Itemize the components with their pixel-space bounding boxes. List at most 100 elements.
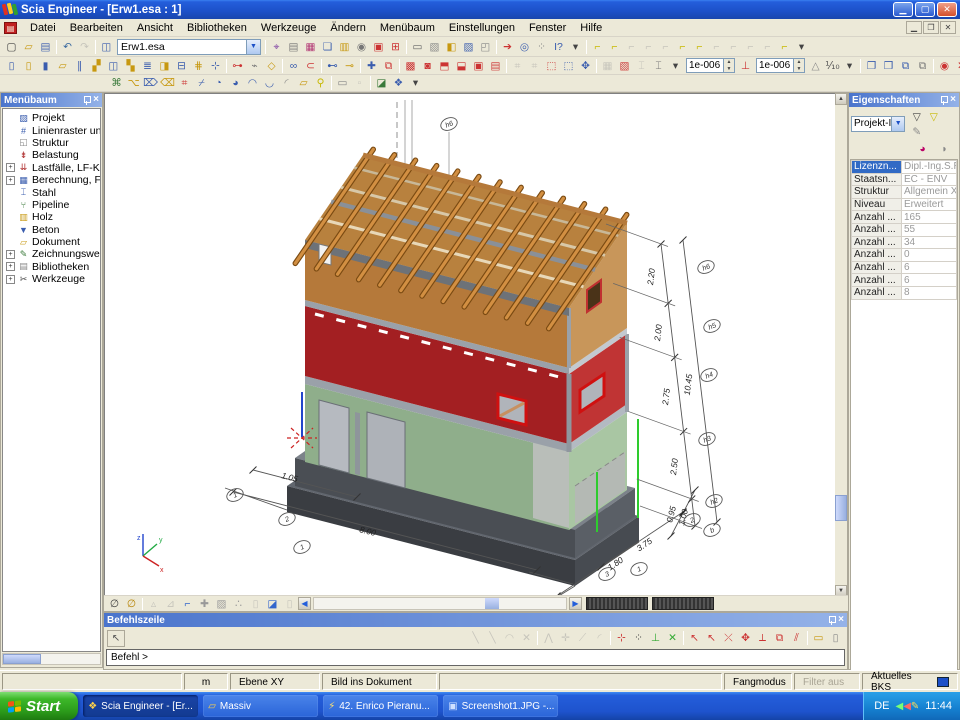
menu-fenster[interactable]: Fenster xyxy=(522,20,573,36)
toolbar-icon[interactable]: ⌶ xyxy=(633,58,650,73)
tree-item-werkzeuge[interactable]: +✂Werkzeuge xyxy=(3,273,100,285)
toolbar-icon[interactable]: ▤ xyxy=(285,39,302,54)
toolbar-icon[interactable]: ▧ xyxy=(616,58,633,73)
toolbar-icon[interactable]: ▣ xyxy=(370,39,387,54)
precision-spinner[interactable]: 1e-006▲▼ xyxy=(686,58,735,73)
property-row[interactable]: Anzahl ...55 xyxy=(852,223,957,236)
model-view[interactable]: z y x 2.202.002.752.500.951.0010.458.001… xyxy=(104,93,837,597)
taskbar-task[interactable]: ▣Screenshot1.JPG -... xyxy=(443,695,558,717)
property-label[interactable]: Anzahl ... xyxy=(852,249,902,262)
menu-bearbeiten[interactable]: Bearbeiten xyxy=(63,20,130,36)
expander-icon[interactable]: + xyxy=(6,275,15,284)
toolbar-icon[interactable]: ⌖ xyxy=(268,39,285,54)
toolbar-icon[interactable]: ⋕ xyxy=(190,58,207,73)
toolbar-icon[interactable]: ❏ xyxy=(319,39,336,54)
toolbar-icon[interactable]: ▯ xyxy=(247,596,264,611)
property-row[interactable]: NiveauErweitert xyxy=(852,198,957,211)
menu-ansicht[interactable]: Ansicht xyxy=(130,20,180,36)
toolbar-icon[interactable]: ▯ xyxy=(281,596,298,611)
property-label[interactable]: Anzahl ... xyxy=(852,274,902,287)
toolbar-icon[interactable]: ⌐ xyxy=(708,39,725,54)
toolbar-icon[interactable]: ⌐ xyxy=(179,596,196,611)
scroll-right-icon[interactable]: ▶ xyxy=(569,597,582,610)
minimize-button[interactable]: ▁ xyxy=(893,2,913,17)
tree-item-linienraster-und-g[interactable]: #Linienraster und G xyxy=(3,124,100,136)
property-group-select[interactable]: Projekt-I ▼ xyxy=(851,116,905,132)
property-value[interactable]: 6 xyxy=(902,261,957,274)
taskbar-task[interactable]: ▱Massiv xyxy=(203,695,318,717)
toolbar-icon[interactable]: ⌗ xyxy=(509,58,526,73)
toolbar-icon[interactable]: ◡ xyxy=(261,76,278,91)
toolbar-icon[interactable]: ▤ xyxy=(487,58,504,73)
toolbar-icon[interactable]: ⌗ xyxy=(176,76,193,91)
menu-hilfe[interactable]: Hilfe xyxy=(573,20,609,36)
toolbar-icon[interactable]: ∴ xyxy=(230,596,247,611)
tree-item-dokument[interactable]: ▱Dokument xyxy=(3,236,100,248)
toolbar-icon[interactable]: ⌗ xyxy=(526,58,543,73)
pin-icon[interactable] xyxy=(940,96,947,105)
toolbar-icon[interactable]: ⊹ xyxy=(613,631,630,646)
precision-spinner[interactable]: 1e-006▲▼ xyxy=(756,58,805,73)
toolbar-icon[interactable]: ✎ xyxy=(908,124,925,139)
toolbar-icon[interactable]: ↖ xyxy=(703,631,720,646)
toolbar-icon[interactable]: ≣ xyxy=(139,58,156,73)
property-label[interactable]: Anzahl ... xyxy=(852,286,902,299)
tree-item-projekt[interactable]: ▨Projekt xyxy=(3,112,100,124)
toolbar-icon[interactable]: ✕ xyxy=(953,58,960,73)
tray-icon[interactable]: ✎ xyxy=(911,701,919,712)
toolbar-icon[interactable]: ▭ xyxy=(409,39,426,54)
menu-bibliotheken[interactable]: Bibliotheken xyxy=(180,20,254,36)
property-value[interactable]: 0 xyxy=(902,249,957,262)
toolbar-icon[interactable]: ◰ xyxy=(477,39,494,54)
property-label[interactable]: Anzahl ... xyxy=(852,211,902,224)
filename-input[interactable] xyxy=(118,40,246,53)
toolbar-icon[interactable]: ▾ xyxy=(793,39,810,54)
tree-item-holz[interactable]: ▥Holz xyxy=(3,211,100,223)
toolbar-icon[interactable]: ⌐ xyxy=(640,39,657,54)
toolbar-icon[interactable]: ↷ xyxy=(76,39,93,54)
toolbar-icon[interactable]: ◜ xyxy=(591,631,608,646)
toolbar-icon[interactable]: ∅ xyxy=(106,596,123,611)
tree-item-pipeline[interactable]: ⑂Pipeline xyxy=(3,199,100,211)
toolbar-icon[interactable]: ▱ xyxy=(54,58,71,73)
menu-einstellungen[interactable]: Einstellungen xyxy=(442,20,522,36)
toolbar-icon[interactable]: ✥ xyxy=(737,631,754,646)
toolbar-icon[interactable]: ⌐ xyxy=(725,39,742,54)
toolbar-icon[interactable]: ▾ xyxy=(567,39,584,54)
toolbar-icon[interactable]: ▱ xyxy=(20,39,37,54)
toolbar-icon[interactable]: ╲ xyxy=(484,631,501,646)
menu-datei[interactable]: Datei xyxy=(23,20,63,36)
toolbar-icon[interactable]: ⧉ xyxy=(771,631,788,646)
toolbar-icon[interactable]: ⌐ xyxy=(759,39,776,54)
maximize-button[interactable]: ▢ xyxy=(915,2,935,17)
language-indicator[interactable]: DE xyxy=(874,700,889,712)
eigenschaften-header[interactable]: Eigenschaften × xyxy=(849,93,959,107)
property-value[interactable]: 165 xyxy=(902,211,957,224)
property-label[interactable]: Staatsn... xyxy=(852,173,902,186)
menu-menübaum[interactable]: Menübaum xyxy=(373,20,442,36)
toolbar-icon[interactable]: ↖ xyxy=(686,631,703,646)
toolbar-icon[interactable]: ⊥ xyxy=(737,58,754,73)
menubaum-header[interactable]: Menübaum × xyxy=(1,93,102,107)
toolbar-icon[interactable]: ⟂ xyxy=(754,631,771,646)
property-value[interactable]: 55 xyxy=(902,223,957,236)
menubaum-hscrollbar[interactable] xyxy=(2,653,101,665)
property-row[interactable]: Staatsn...EC - ENV xyxy=(852,173,957,186)
toolbar-icon[interactable]: ⊂ xyxy=(302,58,319,73)
toolbar-icon[interactable]: ⊿ xyxy=(162,596,179,611)
toolbar-icon[interactable]: I? xyxy=(550,39,567,54)
toolbar-icon[interactable]: ▣ xyxy=(470,58,487,73)
property-value[interactable]: EC - ENV xyxy=(902,173,957,186)
status-ucs[interactable]: Aktuelles BKS xyxy=(862,673,958,690)
property-value[interactable]: Dipl.-Ing.S.Ry... xyxy=(902,161,957,174)
toolbar-icon[interactable]: ▨ xyxy=(213,596,230,611)
toolbar-icon[interactable]: ⌐ xyxy=(606,39,623,54)
toolbar-icon[interactable]: ⧉ xyxy=(380,58,397,73)
toolbar-icon[interactable]: ◕ xyxy=(227,76,244,91)
close-pane-icon[interactable]: × xyxy=(950,94,956,106)
toolbar-icon[interactable]: ⌫ xyxy=(159,76,176,91)
vscroll-thumb[interactable] xyxy=(835,495,847,521)
toolbar-icon[interactable]: ▽ xyxy=(908,109,925,124)
property-row[interactable]: Anzahl ...165 xyxy=(852,211,957,224)
toolbar-icon[interactable]: ◠ xyxy=(501,631,518,646)
